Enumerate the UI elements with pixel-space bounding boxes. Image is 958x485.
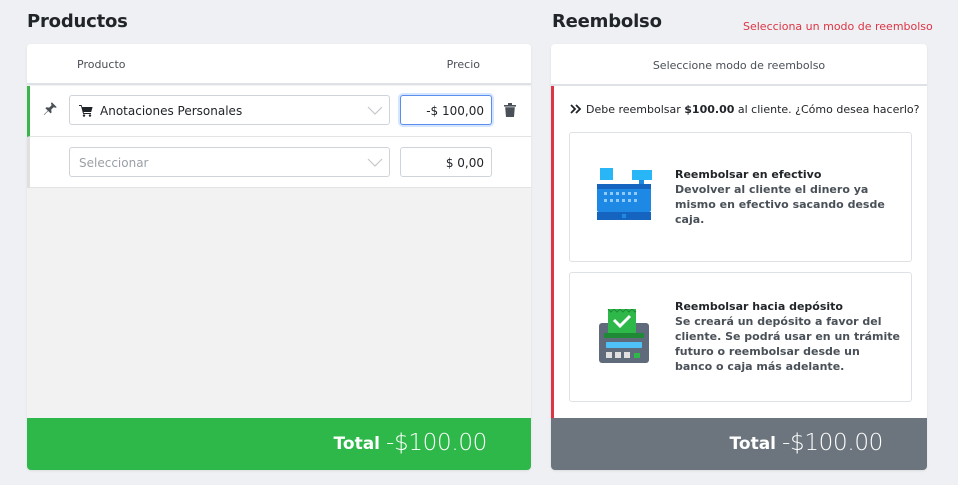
deposit-option-description: Se creará un depósito a favor del client… [675, 315, 901, 373]
refund-warning: Selecciona un modo de reembolso [743, 20, 933, 33]
cash-option-title: Reembolsar en efectivo [675, 168, 822, 181]
refund-header: Seleccione modo de reembolso [551, 44, 927, 86]
product-select-value: Anotaciones Personales [100, 104, 243, 118]
deposit-machine-icon [599, 309, 649, 363]
product-row: Anotaciones Personales -$ 100,00 [27, 86, 531, 137]
question-post: al cliente. ¿Cómo desea hacerlo? [734, 103, 920, 116]
cart-icon [79, 105, 93, 117]
trash-icon[interactable] [504, 103, 516, 117]
product-select[interactable]: Seleccionar [69, 147, 390, 177]
refund-cash-option[interactable]: Reembolsar en efectivo Devolver al clien… [569, 132, 912, 262]
header-price: Precio [446, 58, 480, 71]
cash-option-description: Devolver al cliente el dinero ya mismo e… [675, 183, 885, 226]
product-select-placeholder: Seleccionar [79, 156, 149, 170]
products-table-header: Producto Precio [27, 44, 531, 85]
header-product: Producto [77, 58, 126, 71]
refund-deposit-option[interactable]: Reembolsar hacia depósito Se creará un d… [569, 272, 912, 402]
total-label: Total [729, 434, 776, 454]
refund-question: Debe reembolsar $100.00 al cliente. ¿Cóm… [570, 103, 920, 116]
chevron-down-icon [367, 106, 383, 115]
refund-panel: Seleccione modo de reembolso Debe reembo… [551, 44, 927, 470]
pin-icon[interactable] [42, 101, 58, 117]
refund-title: Reembolso [552, 11, 662, 32]
refund-total-bar: Total -$100.00 [551, 418, 927, 470]
question-pre: Debe reembolsar [586, 103, 685, 116]
double-chevron-right-icon [570, 104, 582, 114]
refund-body: Debe reembolsar $100.00 al cliente. ¿Cóm… [551, 86, 927, 418]
products-total-bar: Total -$100.00 [27, 418, 531, 470]
product-select[interactable]: Anotaciones Personales [69, 95, 390, 125]
chevron-down-icon [367, 158, 383, 167]
price-input[interactable]: $ 0,00 [400, 147, 492, 177]
deposit-option-text: Reembolsar hacia depósito Se creará un d… [675, 299, 900, 374]
question-amount: $100.00 [684, 103, 735, 116]
total-value: -$100.00 [385, 430, 487, 456]
products-panel: Producto Precio Anotaciones Personales -… [27, 44, 531, 470]
products-title: Productos [27, 11, 128, 32]
product-row: Seleccionar $ 0,00 [27, 137, 531, 188]
cash-option-text: Reembolsar en efectivo Devolver al clien… [675, 167, 900, 227]
price-input[interactable]: -$ 100,00 [400, 95, 492, 125]
total-value: -$100.00 [781, 430, 883, 456]
total-label: Total [333, 434, 380, 454]
deposit-option-title: Reembolsar hacia depósito [675, 300, 843, 313]
cash-register-icon [597, 168, 652, 220]
